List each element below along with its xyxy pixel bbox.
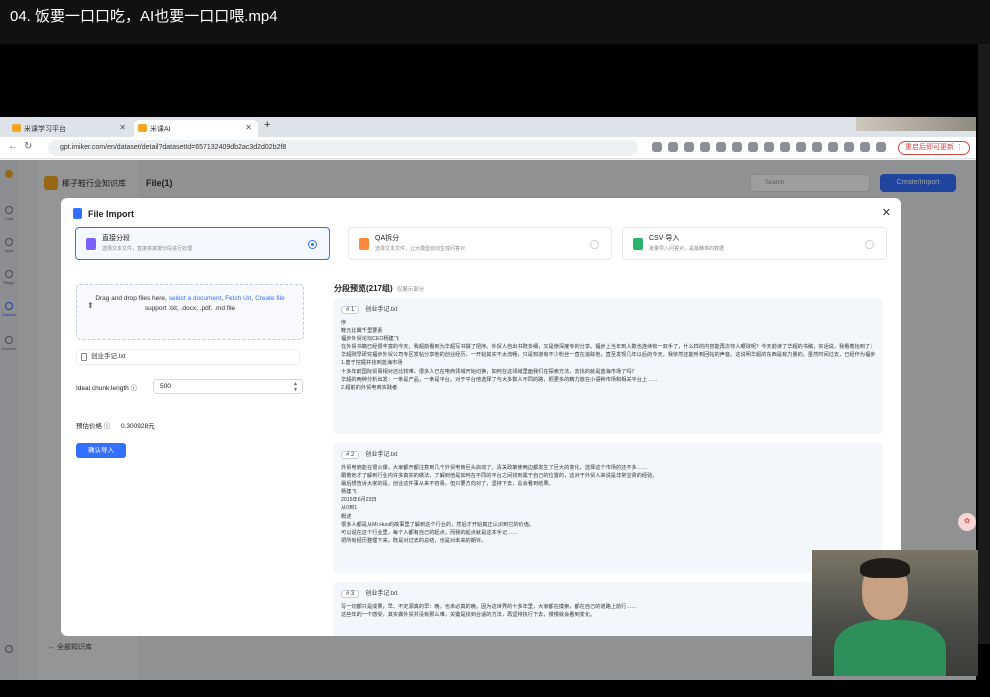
extension-icon[interactable] [668, 142, 678, 152]
extension-icon[interactable] [828, 142, 838, 152]
chat-float-icon[interactable]: ✿ [958, 513, 976, 531]
browser-tab-1[interactable]: 米课学习平台 ✕ [8, 120, 132, 137]
chunk-line: 鞋元比翼千里要素 [341, 328, 383, 335]
chunk-line: 这些年的一个感受，其实做外贸并没有那么难，关键是找到合适的方法，再坚持执行下去，… [341, 612, 596, 619]
confirm-import-button[interactable]: 确认导入 [76, 443, 126, 458]
chunk-line: 十多年前国际贸易相对还比较难，很多人已在电商领域开始切换，如何在这领域里面我们在… [341, 368, 637, 375]
video-title: 04. 饭要一口口吃，AI也要一口口喂.mp4 [10, 8, 278, 25]
chunk-line: 序 [341, 320, 347, 326]
chunk-card: # 3 创业手记.txt 写一切都只是成果，早、不定源真的早：晚，也未必真的晚。因… [334, 582, 882, 636]
tab-label: 米课学习平台 [24, 126, 66, 133]
chunk-line: 华超刚早研究福步外贸公司专区发帖分享他的创业经历，一开始其实不太流畅，只是知道有… [341, 352, 875, 359]
chunk-header: # 1 创业手记.txt [341, 304, 875, 314]
chunk-header: # 2 创业手记.txt [341, 449, 875, 459]
chunk-line: 1.善于挖掘并找到蓝海市场 [341, 360, 403, 367]
close-icon[interactable]: ✕ [882, 206, 891, 219]
mode-csv-import[interactable]: CSV 导入 批量导入问答对，是最精准的数据 [622, 227, 887, 260]
chunk-length-label: Ideal chunk length ⓘ [76, 385, 138, 392]
browser-tab-2[interactable]: 米课AI ✕ [134, 120, 258, 137]
chunk-line: 福步外贸论坛CEO杨建飞 [341, 336, 399, 343]
csv-icon [633, 238, 643, 250]
tab-favicon-icon [138, 124, 147, 132]
file-icon [81, 353, 87, 361]
stepper-icon[interactable]: ▲ ▼ [293, 381, 298, 393]
support-text: support .txt, .docx, .pdf, .md file [144, 305, 236, 312]
extension-icon[interactable] [732, 142, 742, 152]
chunk-line: 把所有经历整理下来，既是对过去的总结，也是对未来的期许。 [341, 537, 487, 544]
file-import-modal: File Import ✕ 直接分段 选择文本文件，直接将其按分段进行处理 QA… [61, 198, 901, 636]
mode-radio[interactable] [308, 240, 317, 249]
extension-icon[interactable] [844, 142, 854, 152]
chunk-line: 杨建飞 [341, 489, 357, 496]
chunk-line: 概述 [341, 513, 352, 520]
qa-icon [359, 238, 369, 250]
player-scrollbar[interactable] [978, 44, 990, 644]
extension-icon[interactable] [716, 142, 726, 152]
presenter-hair [860, 558, 910, 578]
extensions-row [652, 142, 886, 152]
tab-favicon-icon [12, 124, 21, 132]
address-bar-row: ← ↻ gpt.imiker.com/en/dataset/detail?dat… [0, 137, 976, 159]
tab-close-icon[interactable]: ✕ [245, 123, 252, 132]
chunk-line: 在外贸书籍已经很丰富的今天，我超前看到为华超写书撰了把序。外贸人自出书既多细，又… [341, 344, 875, 351]
extension-icon[interactable] [780, 142, 790, 152]
presenter-shirt [834, 620, 946, 676]
split-icon [86, 238, 96, 250]
mode-radio[interactable] [865, 240, 874, 249]
chunk-length-input[interactable]: 500 ▲ ▼ [153, 379, 303, 394]
fetch-url-link[interactable]: Fetch Url [225, 295, 251, 302]
modal-title: File Import [73, 208, 134, 219]
chunk-line: 2015年6月23日 [341, 497, 377, 504]
new-tab-icon[interactable]: + [264, 119, 270, 131]
chunk-line: 可以说在这个行业里，每个人都有自己的起点，而我的起点就是这本手记…… [341, 529, 518, 536]
url-text: gpt.imiker.com/en/dataset/detail?dataset… [60, 144, 287, 151]
extension-icon[interactable] [876, 142, 886, 152]
back-icon[interactable]: ← [8, 141, 18, 152]
extension-icon[interactable] [812, 142, 822, 152]
url-input[interactable]: gpt.imiker.com/en/dataset/detail?dataset… [48, 140, 638, 156]
price-value: 0.300928元 [121, 423, 155, 430]
chunk-line: 2.超前的外贸电商实践者 [341, 384, 398, 391]
extension-icon[interactable] [684, 142, 694, 152]
video-title-bar: 04. 饭要一口口吃，AI也要一口口喂.mp4 [0, 0, 990, 44]
chunk-card: # 1 创业手记.txt 序 鞋元比翼千里要素 福步外贸论坛CEO杨建飞 在外贸书… [334, 298, 882, 434]
chunk-header: # 3 创业手记.txt [341, 588, 875, 598]
extension-icon[interactable] [652, 142, 662, 152]
extension-icon[interactable] [748, 142, 758, 152]
presenter-webcam [812, 550, 978, 676]
extension-icon[interactable] [700, 142, 710, 152]
extension-icon[interactable] [796, 142, 806, 152]
tab-close-icon[interactable]: ✕ [119, 123, 126, 132]
extension-icon[interactable] [764, 142, 774, 152]
mode-qa-split[interactable]: QA拆分 选择文本文件，让大模型自动生成问答对 [348, 227, 612, 260]
create-file-link[interactable]: Create file [255, 295, 285, 302]
select-document-link[interactable]: select a document [169, 295, 222, 302]
extension-icon[interactable] [860, 142, 870, 152]
file-dropzone[interactable]: ⬆ Drag and drop files here, select a doc… [76, 284, 304, 340]
mode-direct-split[interactable]: 直接分段 选择文本文件，直接将其按分段进行处理 [75, 227, 330, 260]
file-import-icon [73, 208, 82, 219]
browser-tab-bar: 米课学习平台 ✕ 米课AI ✕ + [0, 117, 976, 137]
mode-radio[interactable] [590, 240, 599, 249]
chunk-line: 华超的两种分析出发：一条是产品，一条是平台。对于平台他选择了与大多数人不同的路，… [341, 376, 658, 383]
tab-label: 米课AI [150, 126, 171, 133]
chunk-line: 最后想告诉大家的是，创业这件事从来不容易，但只要方向对了，坚持下去，总会看到结果… [341, 481, 554, 488]
top-camera-strip [856, 117, 976, 131]
uploaded-file[interactable]: 创业手记.txt [76, 349, 300, 365]
chunk-line: 从0到1 [341, 505, 358, 512]
update-label: 重启后即可更新 ⋮ [905, 144, 963, 151]
chunk-line: 跟着他才了解到行业内许多真实的做法，了解到他是如何在不同的平台之间找到属于自己的… [341, 473, 658, 480]
preview-title: 分段预览(217组) 仅展示部分 [334, 284, 425, 293]
chunk-line: 很多人都是从Mr.Huo的故事里了解到这个行业的，然后才开始真正认识到它的价值。 [341, 521, 535, 528]
chunk-card: # 2 创业手记.txt 外贸电商能在很火爆，大家都开都注意到几个外贸电商巨头启动… [334, 443, 882, 573]
upload-icon: ⬆ [87, 301, 94, 310]
browser-update-button[interactable]: 重启后即可更新 ⋮ [898, 141, 970, 155]
chunk-line: 写一切都只是成果，早、不定源真的早：晚，也未必真的晚。因为这世界的十多年里，大家… [341, 604, 637, 610]
chunk-line: 外贸电商能在很火爆，大家都开都注意到几个外贸电商巨头启动了，清关政策使两边都发生… [341, 465, 648, 471]
price-label: 预估价格 ⓘ [76, 423, 111, 430]
reload-icon[interactable]: ↻ [24, 141, 32, 152]
